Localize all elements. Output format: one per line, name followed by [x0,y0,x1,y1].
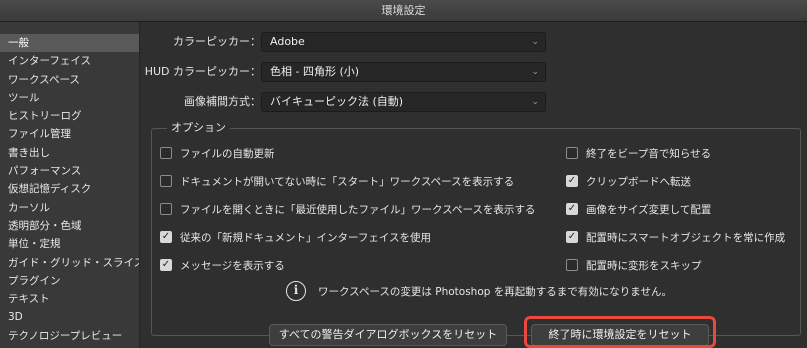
checkbox-checked[interactable]: ✓ [566,231,578,243]
option-resize-image-during-place[interactable]: ✓ 画像をサイズ変更して配置 [566,201,711,217]
hud-color-picker-label: HUD カラーピッカー： [144,65,261,78]
checkbox[interactable] [160,175,172,187]
checkbox[interactable] [566,147,578,159]
sidebar-item-cursors[interactable]: カーソル [0,199,139,217]
color-picker-value: Adobe [270,35,305,48]
sidebar-item-technology-previews[interactable]: テクノロジープレビュー [0,327,139,345]
sidebar-item-plugins[interactable]: プラグイン [0,272,139,290]
chevron-down-icon: ⌄ [531,67,539,77]
sidebar-item-type[interactable]: テキスト [0,290,139,308]
option-auto-update-files[interactable]: ファイルの自動更新 [160,145,275,161]
checkbox-checked[interactable]: ✓ [566,175,578,187]
sidebar-item-scratch-disks[interactable]: 仮想記憶ディスク [0,180,139,198]
sidebar-item-transparency-gamut[interactable]: 透明部分・色域 [0,217,139,235]
chevron-down-icon: ⌄ [531,97,539,107]
checkbox[interactable] [160,147,172,159]
interpolation-value: バイキューピック法 (自動) [270,95,404,108]
sidebar-item-workspace[interactable]: ワークスペース [0,71,139,89]
option-legacy-new-document[interactable]: ✓ 従来の「新規ドキュメント」インターフェイスを使用 [160,229,431,245]
sidebar-item-general[interactable]: 一般 [0,34,139,53]
options-legend: オプション [167,121,230,135]
checkbox[interactable] [566,259,578,271]
window-title: 環境設定 [0,0,807,22]
options-group: オプション ファイルの自動更新 ドキュメントが開いてない時に「スタート」ワークス… [151,121,801,336]
general-panel: カラーピッカー： Adobe ⌄ HUD カラーピッカー： 色相 - 四角形 (… [141,22,807,348]
checkbox-checked[interactable]: ✓ [160,259,172,271]
interpolation-label: 画像補間方式： [184,95,261,108]
sidebar-item-history-log[interactable]: ヒストリーログ [0,107,139,125]
sidebar-item-file-handling[interactable]: ファイル管理 [0,125,139,143]
checkbox[interactable] [160,203,172,215]
option-show-recent-files-workspace[interactable]: ファイルを開くときに「最近使用したファイル」ワークスペースを表示する [160,201,535,217]
option-show-start-workspace[interactable]: ドキュメントが開いてない時に「スタート」ワークスペースを表示する [160,173,514,189]
preferences-sidebar: 一般 インターフェイス ワークスペース ツール ヒストリーログ ファイル管理 書… [0,22,140,348]
highlight-annotation [524,316,716,348]
sidebar-item-interface[interactable]: インターフェイス [0,52,139,70]
chevron-down-icon: ⌄ [531,37,539,47]
option-export-clipboard[interactable]: ✓ クリップボードへ転送 [566,173,691,189]
option-show-messages[interactable]: ✓ メッセージを表示する [160,257,285,273]
hud-color-picker-row: HUD カラーピッカー： 色相 - 四角形 (小) ⌄ [141,62,807,82]
sidebar-item-performance[interactable]: パフォーマンス [0,162,139,180]
sidebar-item-units-rulers[interactable]: 単位・定規 [0,235,139,253]
interpolation-select[interactable]: バイキューピック法 (自動) ⌄ [261,92,546,112]
sidebar-item-tools[interactable]: ツール [0,89,139,107]
color-picker-select[interactable]: Adobe ⌄ [261,32,546,52]
sidebar-item-export[interactable]: 書き出し [0,144,139,162]
color-picker-label: カラーピッカー： [173,35,261,48]
color-picker-row: カラーピッカー： Adobe ⌄ [141,32,807,52]
info-icon: i [286,281,306,301]
option-beep-when-done[interactable]: 終了をビープ音で知らせる [566,145,711,161]
restart-notice: i ワークスペースの変更は Photoshop を再起動するまで有効になりません… [286,280,672,302]
hud-color-picker-value: 色相 - 四角形 (小) [270,65,360,78]
option-skip-transform-when-placing[interactable]: 配置時に変形をスキップ [566,257,702,273]
sidebar-item-3d[interactable]: 3D [0,308,139,326]
reset-warning-dialogs-button[interactable]: すべての警告ダイアログボックスをリセット [269,324,507,346]
checkbox-checked[interactable]: ✓ [160,231,172,243]
sidebar-item-guides-grid-slices[interactable]: ガイド・グリッド・スライス [0,254,139,272]
hud-color-picker-select[interactable]: 色相 - 四角形 (小) ⌄ [261,62,546,82]
checkbox-checked[interactable]: ✓ [566,203,578,215]
option-always-create-smart-objects[interactable]: ✓ 配置時にスマートオブジェクトを常に作成 [566,229,785,245]
interpolation-row: 画像補間方式： バイキューピック法 (自動) ⌄ [141,92,807,112]
